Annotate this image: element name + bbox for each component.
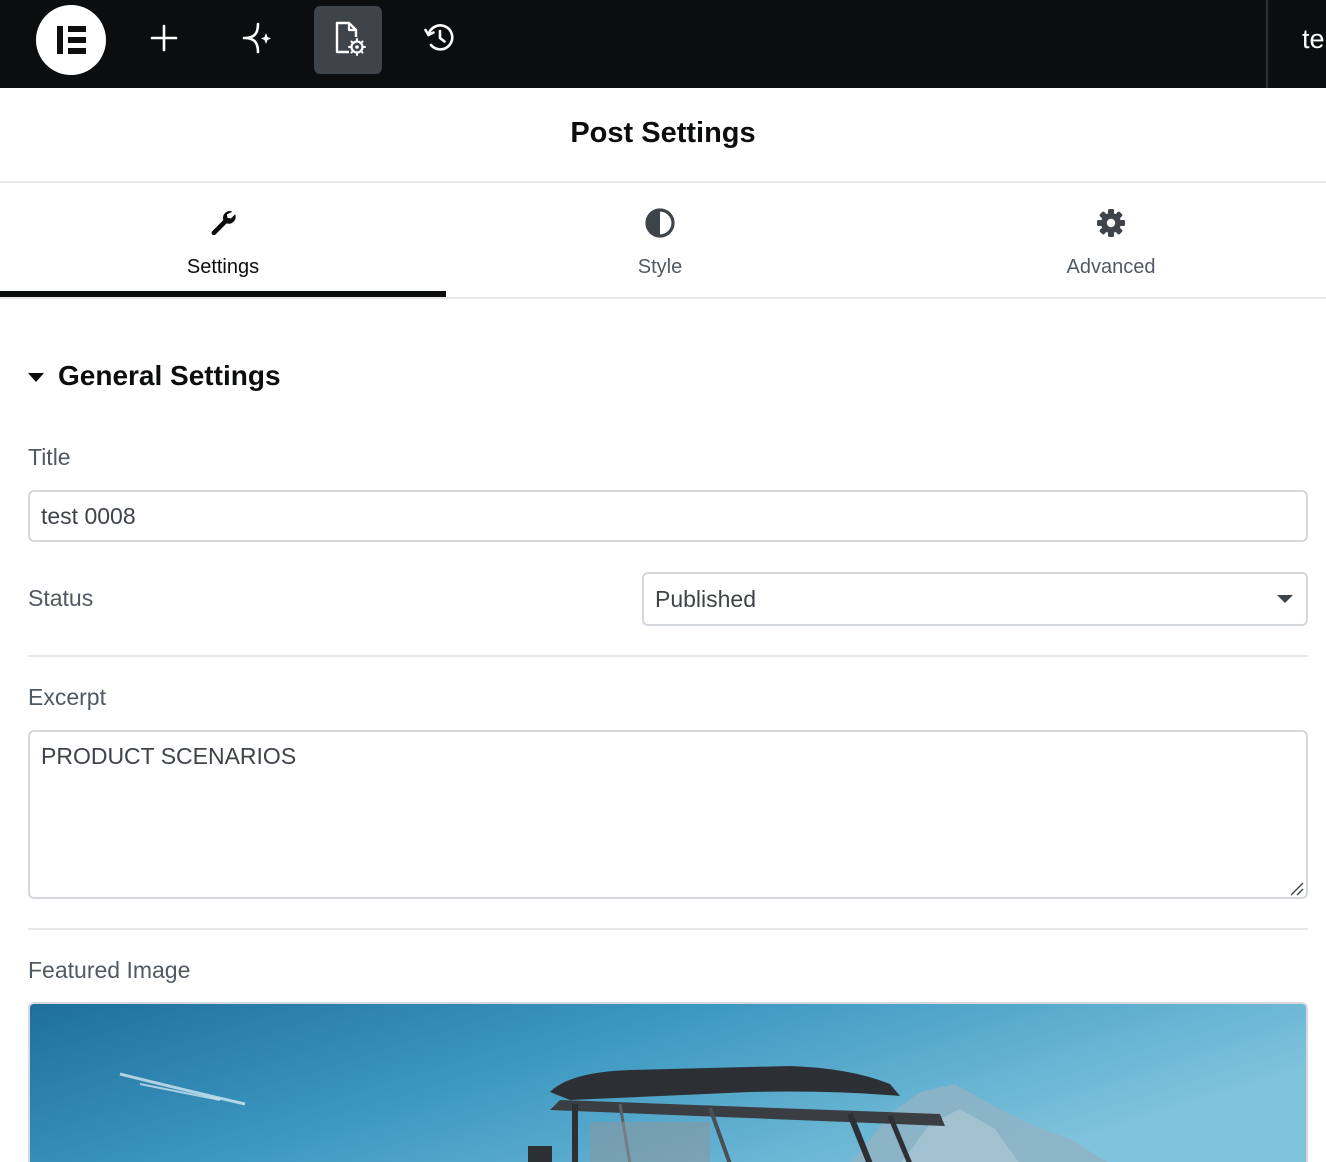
panel-header: Post Settings (0, 88, 1326, 183)
elementor-logo-icon[interactable] (36, 5, 106, 75)
status-label: Status (28, 585, 94, 611)
tab-advanced[interactable]: Advanced (896, 185, 1326, 297)
ai-button[interactable] (222, 6, 290, 74)
document-title[interactable]: te (1302, 24, 1325, 55)
sparkle-ai-icon (238, 20, 274, 61)
divider (28, 928, 1308, 930)
featured-image-label: Featured Image (28, 957, 191, 983)
section-title: General Settings (58, 360, 281, 391)
general-settings-toggle[interactable]: General Settings (28, 360, 281, 392)
tab-advanced-label: Advanced (1066, 256, 1156, 278)
status-select[interactable]: Published (642, 572, 1308, 626)
tab-settings[interactable]: Settings (0, 185, 446, 297)
featured-image[interactable] (28, 1002, 1308, 1162)
resize-handle-icon[interactable] (1288, 880, 1304, 896)
add-element-button[interactable] (130, 6, 198, 74)
title-label: Title (28, 444, 71, 470)
topbar-divider (1266, 0, 1268, 88)
half-circle-icon (644, 207, 676, 239)
excerpt-textarea[interactable]: PRODUCT SCENARIOS (28, 730, 1308, 899)
tab-style-label: Style (637, 256, 683, 278)
page-settings-icon (330, 19, 366, 62)
history-icon (422, 20, 458, 61)
title-input[interactable] (28, 490, 1308, 542)
tab-settings-label: Settings (186, 256, 260, 278)
divider (28, 655, 1308, 657)
settings-tabs: Settings Style Advanced (0, 185, 1326, 299)
gear-icon (1095, 207, 1127, 239)
tab-style[interactable]: Style (446, 185, 874, 297)
page-settings-button[interactable] (314, 6, 382, 74)
editor-topbar: te (0, 0, 1326, 88)
page-title: Post Settings (570, 117, 756, 149)
chevron-down-icon (1277, 595, 1293, 603)
status-selected-value: Published (655, 585, 757, 612)
caret-down-icon (28, 372, 44, 382)
history-button[interactable] (406, 6, 474, 74)
excerpt-label: Excerpt (28, 684, 106, 710)
plus-icon (148, 22, 180, 59)
wrench-icon (208, 207, 238, 239)
